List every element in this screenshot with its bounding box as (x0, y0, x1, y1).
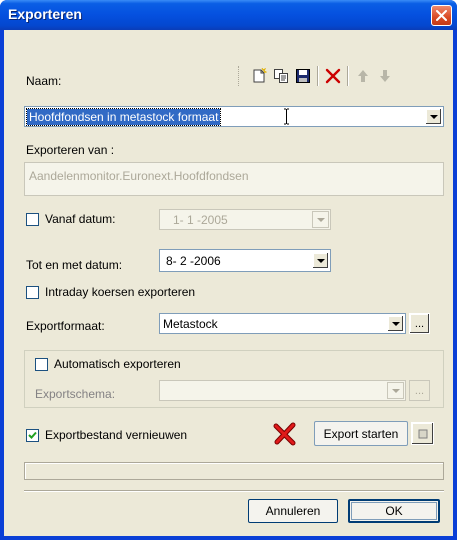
toolbar-separator (317, 65, 319, 86)
window-title: Exporteren (8, 6, 82, 22)
exportschema-label: Exportschema: (35, 387, 116, 401)
exportformaat-dropdown-button[interactable] (387, 315, 404, 332)
new-icon (253, 67, 267, 82)
copy-icon (274, 68, 288, 83)
exportformaat-combobox[interactable]: Metastock (159, 313, 406, 334)
automatisch-label: Automatisch exporteren (54, 357, 181, 371)
copy-button[interactable] (270, 65, 292, 87)
export-options-button[interactable] (411, 422, 434, 445)
delete-icon (325, 68, 341, 83)
text-cursor-icon (283, 108, 290, 125)
preset-toolbar (238, 63, 446, 88)
exportformaat-label: Exportformaat: (26, 319, 105, 333)
delete-button[interactable] (322, 65, 344, 87)
chevron-down-icon (391, 321, 400, 326)
exporteren-van-label: Exporteren van : (26, 143, 115, 157)
toolbar-separator (347, 65, 349, 86)
intraday-label: Intraday koersen exporteren (45, 285, 196, 299)
vanaf-datum-picker[interactable]: 1- 1 -2005 (159, 209, 331, 230)
chevron-down-icon (391, 388, 400, 393)
red-x-icon (273, 422, 296, 446)
vanaf-datum-label: Vanaf datum: (45, 212, 116, 226)
chevron-down-icon (316, 217, 325, 222)
vanaf-datum-checkbox[interactable] (26, 213, 39, 226)
exportformaat-value: Metastock (163, 317, 218, 331)
close-button[interactable] (431, 5, 452, 26)
move-down-button[interactable] (374, 65, 396, 87)
chevron-down-icon (316, 258, 325, 263)
vanaf-datum-value: 1- 1 -2005 (173, 213, 228, 227)
exporteren-van-field: Aandelenmonitor.Euronext.Hoofdfondsen (24, 162, 444, 196)
stop-icon (418, 429, 427, 438)
new-button[interactable] (248, 65, 270, 87)
vanaf-datum-dropdown-button[interactable] (312, 211, 329, 228)
exportschema-dropdown-button[interactable] (387, 382, 404, 399)
bottom-separator (24, 490, 444, 492)
save-button[interactable] (292, 65, 314, 87)
move-up-button[interactable] (352, 65, 374, 87)
save-icon (296, 68, 310, 83)
dialog-client-area: Naam: Hoofdfondsen in metastock formaat … (4, 30, 453, 536)
checkmark-icon (28, 431, 37, 439)
vernieuwen-checkbox[interactable] (26, 429, 39, 442)
dialog-window: Exporteren Naam: Hoofdfondsen in metasto… (0, 0, 457, 540)
toolbar-grip[interactable] (238, 65, 242, 86)
intraday-checkbox[interactable] (26, 286, 39, 299)
naam-label: Naam: (26, 74, 62, 88)
ok-button[interactable]: OK (348, 499, 440, 523)
naam-value[interactable]: Hoofdfondsen in metastock formaat (25, 108, 222, 126)
chevron-down-icon (429, 114, 438, 119)
exportschema-combobox[interactable] (159, 380, 406, 401)
down-arrow-icon (380, 69, 390, 82)
tot-datum-value[interactable]: 8- 2 -2006 (166, 254, 221, 268)
up-arrow-icon (358, 69, 368, 82)
tot-datum-picker[interactable]: 8- 2 -2006 (159, 249, 331, 272)
tot-datum-label: Tot en met datum: (26, 258, 123, 272)
close-icon (436, 10, 447, 21)
exportformaat-browse-button[interactable]: ... (409, 313, 430, 334)
title-bar[interactable]: Exporteren (0, 0, 457, 30)
cancel-export-button[interactable] (272, 421, 298, 447)
export-starten-button[interactable]: Export starten (314, 421, 408, 446)
cancel-button[interactable]: Annuleren (248, 499, 338, 523)
tot-datum-dropdown-button[interactable] (312, 252, 329, 269)
naam-combobox[interactable]: Hoofdfondsen in metastock formaat (24, 106, 444, 127)
automatisch-checkbox[interactable] (35, 358, 48, 371)
exportschema-browse-button[interactable]: ... (409, 380, 430, 401)
export-progress-bar (24, 462, 444, 480)
naam-dropdown-button[interactable] (425, 108, 442, 125)
exporteren-van-value: Aandelenmonitor.Euronext.Hoofdfondsen (29, 169, 249, 183)
vernieuwen-label: Exportbestand vernieuwen (45, 428, 188, 442)
